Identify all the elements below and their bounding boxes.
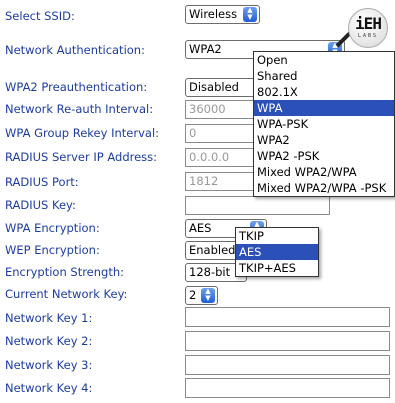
network-key-2-input[interactable] bbox=[185, 331, 390, 351]
logo-sub-text: LABS bbox=[357, 33, 379, 39]
label-wpa2-preauthentication: WPA2 Preauthentication: bbox=[5, 80, 148, 94]
network-key-1-input[interactable] bbox=[185, 307, 390, 327]
wep-encryption-value: Enabled bbox=[189, 243, 236, 257]
wpa-encryption-dropdown-menu[interactable]: TKIP AES TKIP+AES bbox=[235, 227, 319, 277]
ssid-select[interactable]: Wireless ▲ ▼ bbox=[185, 5, 260, 24]
label-network-key-3: Network Key 3: bbox=[5, 358, 93, 372]
enc-option-tkip-aes[interactable]: TKIP+AES bbox=[236, 260, 318, 276]
logo-main-text: iEH bbox=[355, 14, 382, 33]
label-wep-encryption: WEP Encryption: bbox=[5, 243, 100, 257]
label-network-authentication: Network Authentication: bbox=[5, 43, 145, 57]
current-key-select[interactable]: 2 ▲ ▼ bbox=[185, 286, 218, 305]
auth-option-open[interactable]: Open bbox=[254, 52, 394, 68]
auth-option-mixed[interactable]: Mixed WPA2/WPA bbox=[254, 164, 394, 180]
auth-option-wpa-psk[interactable]: WPA-PSK bbox=[254, 116, 394, 132]
label-network-key-1: Network Key 1: bbox=[5, 311, 93, 325]
preauth-select-value: Disabled bbox=[189, 80, 239, 94]
ieh-labs-logo: iEH LABS bbox=[348, 8, 388, 48]
auth-option-shared[interactable]: Shared bbox=[254, 68, 394, 84]
preauth-select[interactable]: Disabled bbox=[185, 78, 260, 97]
network-key-3-input[interactable] bbox=[185, 355, 390, 375]
auth-dropdown-menu[interactable]: Open Shared 802.1X WPA WPA-PSK WPA2 WPA2… bbox=[253, 51, 395, 197]
label-network-key-4: Network Key 4: bbox=[5, 381, 93, 395]
network-key-4-input[interactable] bbox=[185, 378, 390, 398]
label-current-network-key: Current Network Key: bbox=[5, 287, 128, 301]
label-radius-ip: RADIUS Server IP Address: bbox=[5, 150, 158, 164]
auth-option-wpa[interactable]: WPA bbox=[254, 100, 394, 116]
radius-key-input[interactable] bbox=[185, 196, 330, 215]
label-radius-key: RADIUS Key: bbox=[5, 198, 76, 212]
chevron-updown-icon: ▲▼ bbox=[201, 288, 215, 303]
auth-option-wpa2[interactable]: WPA2 bbox=[254, 132, 394, 148]
label-network-key-2: Network Key 2: bbox=[5, 334, 93, 348]
current-key-value: 2 bbox=[189, 288, 197, 302]
label-select-ssid: Select SSID: bbox=[5, 9, 75, 23]
label-rekey-interval: WPA Group Rekey Interval: bbox=[5, 126, 160, 140]
auth-option-wpa2-psk[interactable]: WPA2 -PSK bbox=[254, 148, 394, 164]
label-encryption-strength: Encryption Strength: bbox=[5, 265, 125, 279]
auth-option-mixed-psk[interactable]: Mixed WPA2/WPA -PSK bbox=[254, 180, 394, 196]
label-radius-port: RADIUS Port: bbox=[5, 175, 79, 189]
encryption-strength-value: 128-bit bbox=[189, 265, 231, 279]
chevron-updown-icon: ▲▼ bbox=[243, 7, 257, 22]
wpa-encryption-value: AES bbox=[189, 221, 212, 235]
enc-option-aes[interactable]: AES bbox=[236, 244, 318, 260]
auth-option-8021x[interactable]: 802.1X bbox=[254, 84, 394, 100]
label-wpa-encryption: WPA Encryption: bbox=[5, 221, 100, 235]
auth-select-value: WPA2 bbox=[189, 42, 222, 56]
enc-option-tkip[interactable]: TKIP bbox=[236, 228, 318, 244]
ssid-select-value: Wireless bbox=[189, 7, 238, 21]
label-reauth-interval: Network Re-auth Interval: bbox=[5, 102, 154, 116]
